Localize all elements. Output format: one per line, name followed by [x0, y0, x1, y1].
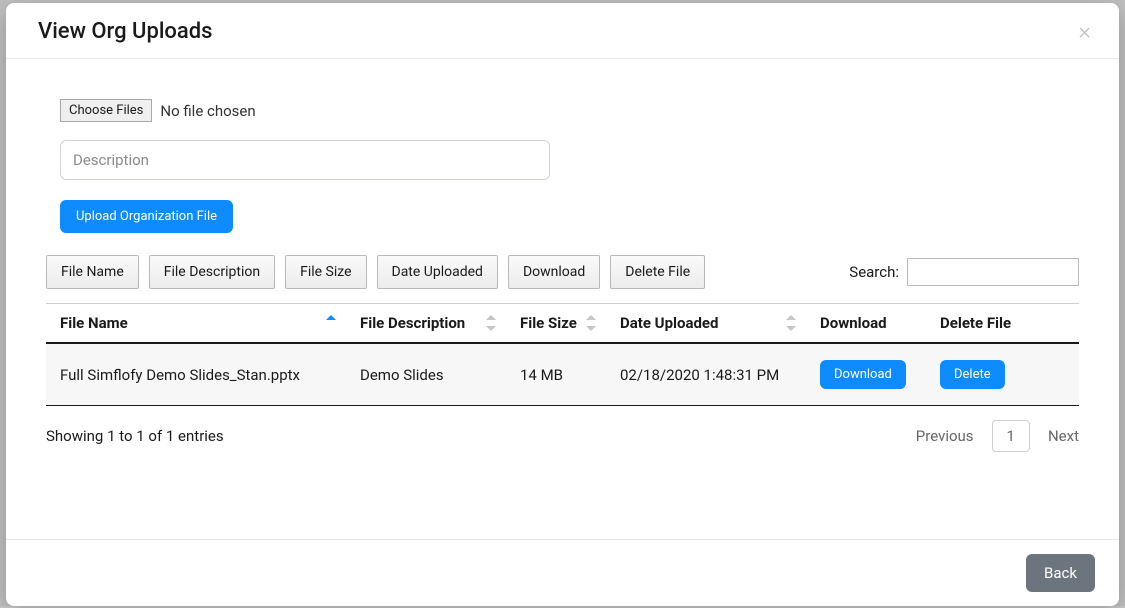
upload-organization-file-button[interactable]: Upload Organization File [60, 200, 233, 233]
next-page-link[interactable]: Next [1048, 427, 1079, 445]
cell-delete: Delete [926, 343, 1079, 406]
search-wrap: Search: [849, 258, 1079, 286]
th-download-label: Download [820, 314, 887, 332]
table-header-row: File Name File Description File Siz [46, 304, 1079, 344]
table-footer: Showing 1 to 1 of 1 entries Previous 1 N… [46, 406, 1079, 452]
colvis-file-size-button[interactable]: File Size [285, 255, 366, 289]
th-file-name[interactable]: File Name [46, 304, 346, 344]
file-chooser-row: Choose Files No file chosen [46, 99, 1079, 122]
th-file-name-label: File Name [60, 314, 128, 332]
modal-dialog: View Org Uploads × Choose Files No file … [6, 3, 1119, 606]
sort-asc-icon [586, 315, 596, 320]
modal-header: View Org Uploads × [6, 3, 1119, 59]
download-button[interactable]: Download [820, 360, 906, 389]
sort-asc-icon [486, 315, 496, 320]
close-icon[interactable]: × [1074, 19, 1095, 43]
sort-desc-icon [486, 326, 496, 331]
colvis-download-button[interactable]: Download [508, 255, 600, 289]
sort-icon [326, 315, 336, 331]
sort-desc-icon [786, 326, 796, 331]
cell-date-uploaded: 02/18/2020 1:48:31 PM [606, 343, 806, 406]
table-info-text: Showing 1 to 1 of 1 entries [46, 427, 224, 445]
cell-file-size: 14 MB [506, 343, 606, 406]
th-delete-file-label: Delete File [940, 314, 1011, 332]
sort-icon [786, 315, 796, 331]
uploads-table: File Name File Description File Siz [46, 303, 1079, 406]
modal-body: Choose Files No file chosen Upload Organ… [6, 59, 1119, 539]
cell-file-name: Full Simflofy Demo Slides_Stan.pptx [46, 343, 346, 406]
sort-desc-icon [586, 326, 596, 331]
colvis-file-description-button[interactable]: File Description [149, 255, 275, 289]
cell-file-description: Demo Slides [346, 343, 506, 406]
th-download: Download [806, 304, 926, 344]
colvis-delete-file-button[interactable]: Delete File [610, 255, 705, 289]
th-date-uploaded[interactable]: Date Uploaded [606, 304, 806, 344]
back-button[interactable]: Back [1026, 554, 1095, 592]
sort-icon [486, 315, 496, 331]
search-label: Search: [849, 263, 899, 281]
table-row: Full Simflofy Demo Slides_Stan.pptx Demo… [46, 343, 1079, 406]
th-file-description[interactable]: File Description [346, 304, 506, 344]
column-visibility-toolbar: File Name File Description File Size Dat… [46, 255, 1079, 289]
cell-download: Download [806, 343, 926, 406]
colvis-date-uploaded-button[interactable]: Date Uploaded [377, 255, 498, 289]
th-file-size-label: File Size [520, 314, 577, 332]
sort-icon [586, 315, 596, 331]
pagination: Previous 1 Next [916, 420, 1079, 452]
current-page[interactable]: 1 [992, 420, 1030, 452]
th-delete-file: Delete File [926, 304, 1079, 344]
modal-title: View Org Uploads [38, 19, 213, 44]
search-input[interactable] [907, 258, 1079, 286]
sort-asc-icon [326, 315, 336, 320]
th-file-description-label: File Description [360, 314, 465, 332]
no-file-chosen-text: No file chosen [160, 102, 255, 120]
delete-button[interactable]: Delete [940, 360, 1005, 389]
th-date-uploaded-label: Date Uploaded [620, 314, 718, 332]
colvis-file-name-button[interactable]: File Name [46, 255, 139, 289]
description-input[interactable] [60, 140, 550, 180]
choose-files-button[interactable]: Choose Files [60, 99, 152, 122]
th-file-size[interactable]: File Size [506, 304, 606, 344]
sort-asc-icon [786, 315, 796, 320]
modal-footer: Back [6, 539, 1119, 606]
previous-page-link[interactable]: Previous [916, 427, 974, 445]
